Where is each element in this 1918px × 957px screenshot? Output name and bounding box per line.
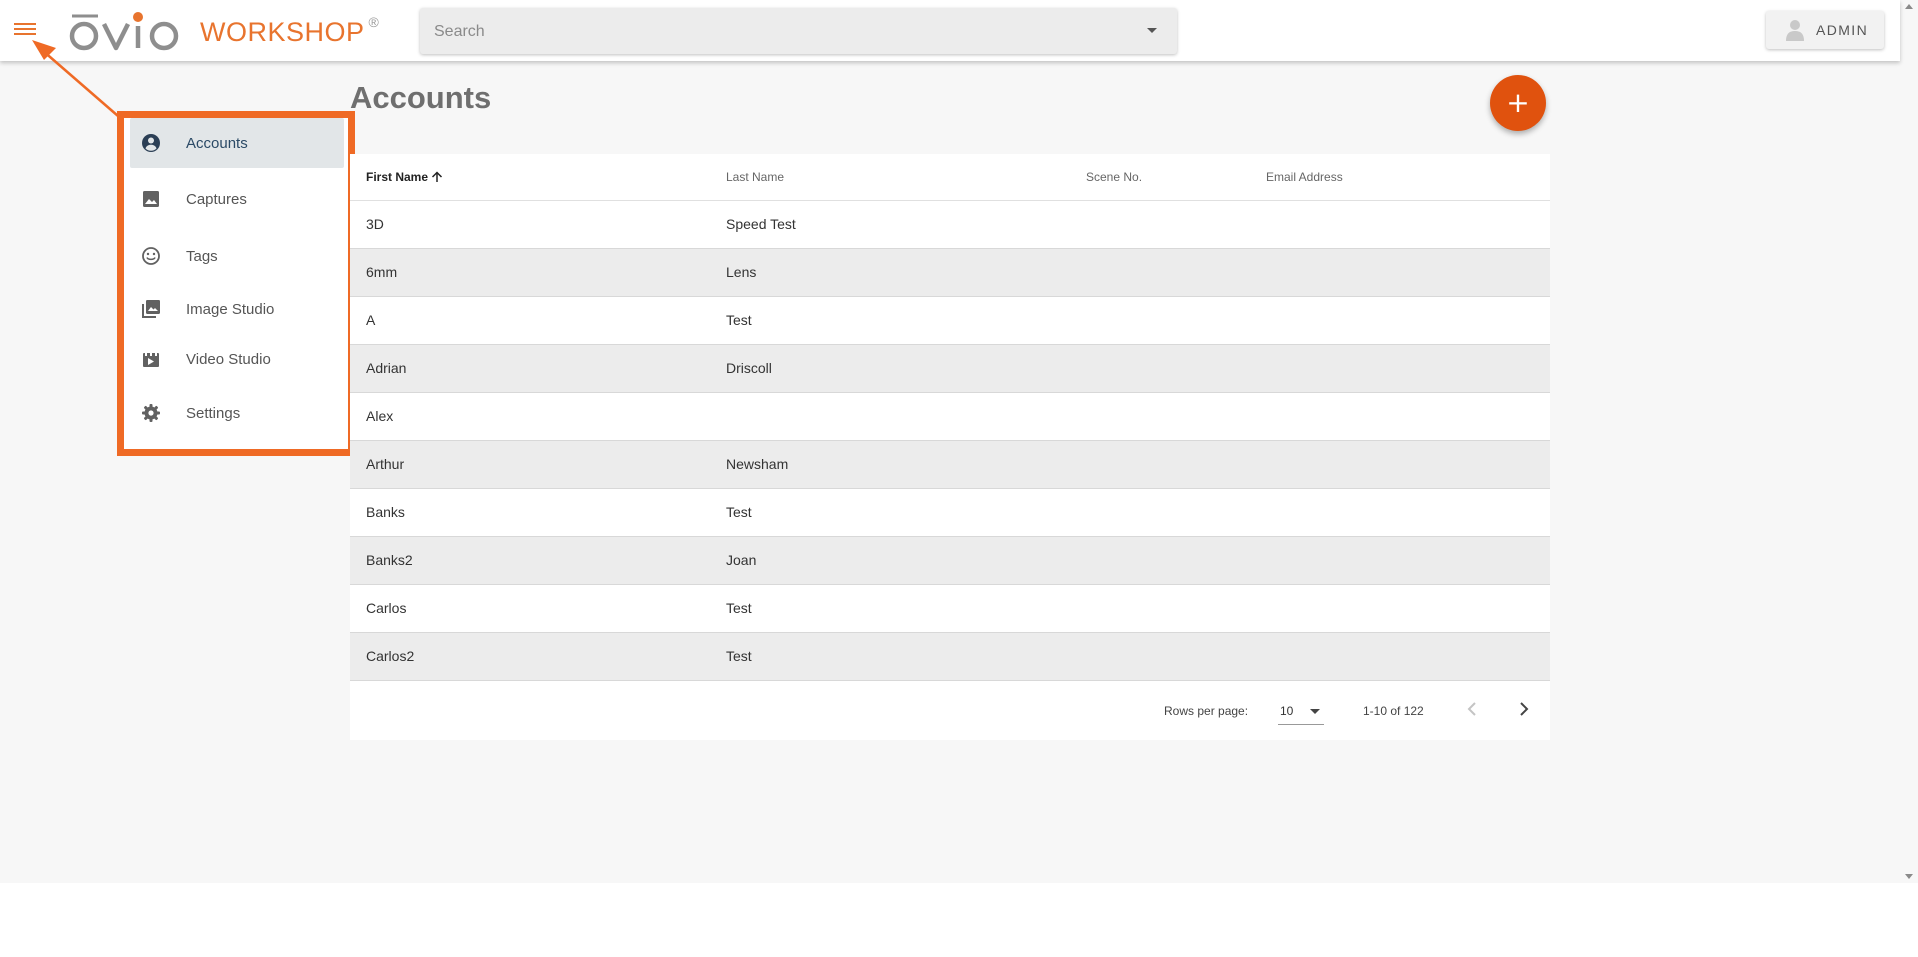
cell-first-name: Carlos2: [366, 648, 415, 664]
movie-clapper-icon: [143, 353, 159, 367]
table-row[interactable]: Alex: [350, 393, 1550, 441]
sidebar-item-captures[interactable]: Captures: [130, 174, 344, 224]
column-header-scene-no[interactable]: Scene No.: [1086, 170, 1142, 184]
cell-last-name: Test: [726, 600, 752, 616]
sidebar-item-video-studio[interactable]: Video Studio: [130, 334, 344, 384]
cell-first-name: Banks2: [366, 552, 413, 568]
sidebar-item-image-studio[interactable]: Image Studio: [130, 284, 344, 334]
sidebar-item-label: Captures: [186, 190, 247, 208]
table-header: First Name Last Name Scene No. Email Add…: [350, 154, 1550, 201]
cell-first-name: Alex: [366, 408, 394, 424]
table-row[interactable]: A Test: [350, 297, 1550, 345]
sidebar-item-label: Settings: [186, 404, 241, 422]
cell-last-name: Test: [726, 312, 752, 328]
cell-last-name: Joan: [726, 552, 757, 568]
cell-last-name: Speed Test: [726, 216, 796, 232]
cell-first-name: Banks: [366, 504, 405, 520]
accounts-table: First Name Last Name Scene No. Email Add…: [350, 154, 1550, 740]
table-row[interactable]: Carlos2 Test: [350, 633, 1550, 681]
person-icon: [1786, 20, 1804, 41]
plus-icon: +: [1506, 86, 1530, 119]
brand-name: WORKSHOP: [200, 17, 365, 47]
table-row[interactable]: Banks Test: [350, 489, 1550, 537]
top-app-bar: WORKSHOP ® ADMIN: [0, 0, 1900, 61]
sidebar-item-label: Tags: [186, 247, 218, 265]
table-row[interactable]: 3D Speed Test: [350, 201, 1550, 249]
cell-first-name: Adrian: [366, 360, 407, 376]
sidebar-item-label: Accounts: [186, 134, 248, 152]
add-account-button[interactable]: +: [1490, 75, 1546, 131]
column-header-first-name[interactable]: First Name: [366, 170, 443, 184]
sidebar-item-settings[interactable]: Settings: [130, 388, 344, 438]
rows-per-page-value: 10: [1280, 704, 1294, 718]
cell-first-name: Carlos: [366, 600, 407, 616]
ovio-workshop-logo[interactable]: WORKSHOP ®: [68, 8, 379, 52]
user-account-button[interactable]: ADMIN: [1766, 11, 1884, 49]
cell-first-name: 3D: [366, 216, 384, 232]
caret-down-icon: [1310, 709, 1320, 714]
cell-last-name: Test: [726, 648, 752, 664]
registered-mark: ®: [368, 14, 379, 30]
cell-first-name: 6mm: [366, 264, 398, 280]
sidebar-item-accounts[interactable]: Accounts: [130, 118, 344, 168]
cell-first-name: Arthur: [366, 456, 405, 472]
photo-library-icon: [142, 300, 160, 318]
gear-icon: [142, 404, 160, 422]
column-header-email-address[interactable]: Email Address: [1266, 170, 1343, 184]
table-row[interactable]: Carlos Test: [350, 585, 1550, 633]
search-input[interactable]: [432, 8, 1116, 56]
ovio-logo-icon: [69, 12, 179, 51]
cell-last-name: Lens: [726, 264, 757, 280]
sidebar-item-tags[interactable]: Tags: [130, 231, 344, 281]
table-row[interactable]: 6mm Lens: [350, 249, 1550, 297]
smiley-face-icon: [142, 247, 160, 265]
pagination-range: 1-10 of 122: [1363, 704, 1424, 718]
navigation-drawer: Accounts Captures Tags Image Studio Vide…: [124, 118, 348, 449]
cell-last-name: Driscoll: [726, 360, 772, 376]
table-pagination: Rows per page: 10 1-10 of 122: [350, 681, 1550, 739]
column-header-last-name[interactable]: Last Name: [726, 170, 784, 184]
chevron-right-icon[interactable]: [1511, 697, 1535, 721]
user-button-label: ADMIN: [1816, 22, 1869, 38]
sidebar-item-label: Image Studio: [186, 300, 275, 318]
sidebar-item-label: Video Studio: [186, 350, 271, 368]
table-row[interactable]: Arthur Newsham: [350, 441, 1550, 489]
hamburger-menu-icon[interactable]: [14, 20, 36, 38]
arrow-up-icon: [432, 171, 443, 182]
cell-first-name: A: [366, 312, 376, 328]
rows-per-page-select[interactable]: 10: [1278, 695, 1324, 725]
rows-per-page-label: Rows per page:: [1164, 704, 1249, 718]
page-scrollbar[interactable]: [1900, 0, 1918, 883]
table-row[interactable]: Adrian Driscoll: [350, 345, 1550, 393]
cell-last-name: Test: [726, 504, 752, 520]
scroll-up-arrow-icon[interactable]: [1905, 4, 1913, 9]
search-dropdown-arrow-icon[interactable]: [1147, 28, 1157, 33]
page-title: Accounts: [350, 80, 492, 115]
column-header-label: First Name: [366, 170, 429, 184]
account-circle-icon: [142, 134, 160, 152]
search-field[interactable]: [420, 8, 1177, 56]
cell-last-name: Newsham: [726, 456, 789, 472]
chevron-left-icon[interactable]: [1461, 697, 1485, 721]
image-icon: [143, 191, 159, 207]
table-row[interactable]: Banks2 Joan: [350, 537, 1550, 585]
scroll-down-arrow-icon[interactable]: [1905, 874, 1913, 879]
